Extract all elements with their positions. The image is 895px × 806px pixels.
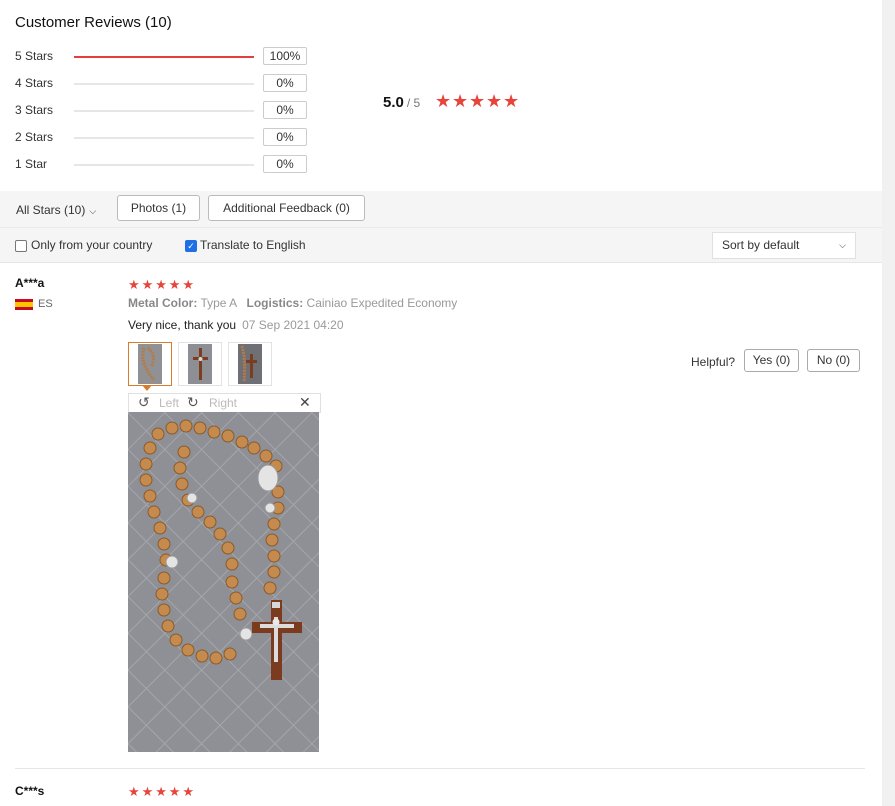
star-icon: ★ xyxy=(141,277,154,292)
rating-percent: 0% xyxy=(263,74,307,92)
rating-bar-fill xyxy=(74,56,254,58)
rating-label: 5 Stars xyxy=(15,49,54,63)
only-country-checkbox[interactable] xyxy=(15,240,27,252)
crucifix-thumbnail-image xyxy=(188,344,212,384)
additional-feedback-button[interactable]: Additional Feedback (0) xyxy=(208,195,365,221)
rating-percent: 0% xyxy=(263,128,307,146)
star-icon: ★ xyxy=(182,277,195,292)
all-stars-label: All Stars (10) xyxy=(16,203,86,217)
star-icon: ★ xyxy=(128,277,140,292)
reviewer-name: C***s xyxy=(15,784,45,798)
average-rating: 5.0 xyxy=(383,94,404,111)
helpful-label: Helpful? xyxy=(691,355,736,369)
photos-filter-button[interactable]: Photos (1) xyxy=(117,195,200,221)
rating-label: 4 Stars xyxy=(15,76,54,90)
average-stars: ★★★★★ xyxy=(435,91,520,112)
metal-color-label: Metal Color: xyxy=(128,296,198,310)
translate-checkbox[interactable]: ✓ xyxy=(185,240,197,252)
rating-summary: 5.0/ 5 ★★★★★ xyxy=(383,91,519,114)
star-icon: ★ xyxy=(168,277,181,292)
review-photo-large xyxy=(128,412,319,752)
star-icon: ★ xyxy=(141,784,154,799)
review-photo-thumbnail[interactable] xyxy=(178,342,222,386)
review-photo-thumbnail[interactable] xyxy=(228,342,272,386)
rotate-left-icon[interactable]: ↺ xyxy=(138,394,150,411)
reviews-title: Customer Reviews (10) xyxy=(15,14,172,31)
logistics-label: Logistics: xyxy=(246,296,304,310)
star-icon: ★ xyxy=(155,277,167,292)
rating-percent: 0% xyxy=(263,101,307,119)
filter-bar: All Stars (10) ⌵ Photos (1) Additional Fe… xyxy=(0,191,882,227)
helpful-no-button[interactable]: No (0) xyxy=(807,349,860,372)
rating-percent: 0% xyxy=(263,155,307,173)
rating-bar xyxy=(74,164,254,166)
only-country-label[interactable]: Only from your country xyxy=(31,238,152,252)
options-bar: Only from your country ✓ Translate to En… xyxy=(0,227,882,263)
logistics-value: Cainiao Expedited Economy xyxy=(306,296,458,310)
star-icon: ★ xyxy=(486,91,503,111)
review-text: Very nice, thank you 07 Sep 2021 04:20 xyxy=(128,318,344,332)
close-icon[interactable]: ✕ xyxy=(299,394,311,411)
chevron-down-icon: ⌵ xyxy=(839,240,846,250)
review-meta: Metal Color: Type A Logistics: Cainiao E… xyxy=(128,296,457,310)
rating-bar xyxy=(74,110,254,112)
review-photo-thumbnail[interactable] xyxy=(128,342,172,386)
rating-label: 1 Star xyxy=(15,157,48,171)
spain-flag-icon xyxy=(15,299,33,310)
review-divider xyxy=(15,768,865,769)
review-stars: ★ ★ ★ ★ ★ xyxy=(128,276,196,294)
crucifix-thumbnail-image xyxy=(238,344,262,384)
star-icon: ★ xyxy=(452,91,469,111)
all-stars-dropdown[interactable]: All Stars (10) ⌵ xyxy=(16,203,96,217)
active-thumbnail-caret xyxy=(142,385,152,391)
helpful-yes-button[interactable]: Yes (0) xyxy=(744,349,799,372)
rotate-left-label[interactable]: Left xyxy=(159,396,179,410)
rotate-right-label[interactable]: Right xyxy=(209,396,237,410)
reviewer-country: ES xyxy=(38,298,53,310)
photo-viewer-toolbar: ↺ Left ↻ Right ✕ xyxy=(128,393,321,413)
rating-bar xyxy=(74,83,254,85)
rotate-right-icon[interactable]: ↻ xyxy=(187,394,199,411)
scrollbar-track[interactable] xyxy=(882,0,895,806)
translate-label[interactable]: Translate to English xyxy=(200,238,306,252)
sort-select-value: Sort by default xyxy=(722,238,800,252)
rating-bar xyxy=(74,56,254,58)
review-body: Very nice, thank you xyxy=(128,318,237,332)
rating-label: 2 Stars xyxy=(15,130,54,144)
rosary-thumbnail-image xyxy=(138,344,162,384)
star-icon: ★ xyxy=(503,91,520,111)
star-icon: ★ xyxy=(168,784,181,799)
star-icon: ★ xyxy=(155,784,167,799)
rating-out-of: / 5 xyxy=(406,96,421,110)
star-icon: ★ xyxy=(128,784,140,799)
review-stars: ★ ★ ★ ★ ★ xyxy=(128,783,196,801)
star-icon: ★ xyxy=(469,91,486,111)
star-icon: ★ xyxy=(182,784,195,799)
reviewer-name: A***a xyxy=(15,276,45,290)
chevron-down-icon: ⌵ xyxy=(89,206,97,216)
star-icon: ★ xyxy=(435,91,452,111)
review-date: 07 Sep 2021 04:20 xyxy=(242,318,344,332)
rating-percent: 100% xyxy=(263,47,307,65)
sort-select[interactable]: Sort by default ⌵ xyxy=(712,232,856,259)
metal-color-value: Type A xyxy=(200,296,237,310)
rating-bar xyxy=(74,137,254,139)
rating-label: 3 Stars xyxy=(15,103,54,117)
